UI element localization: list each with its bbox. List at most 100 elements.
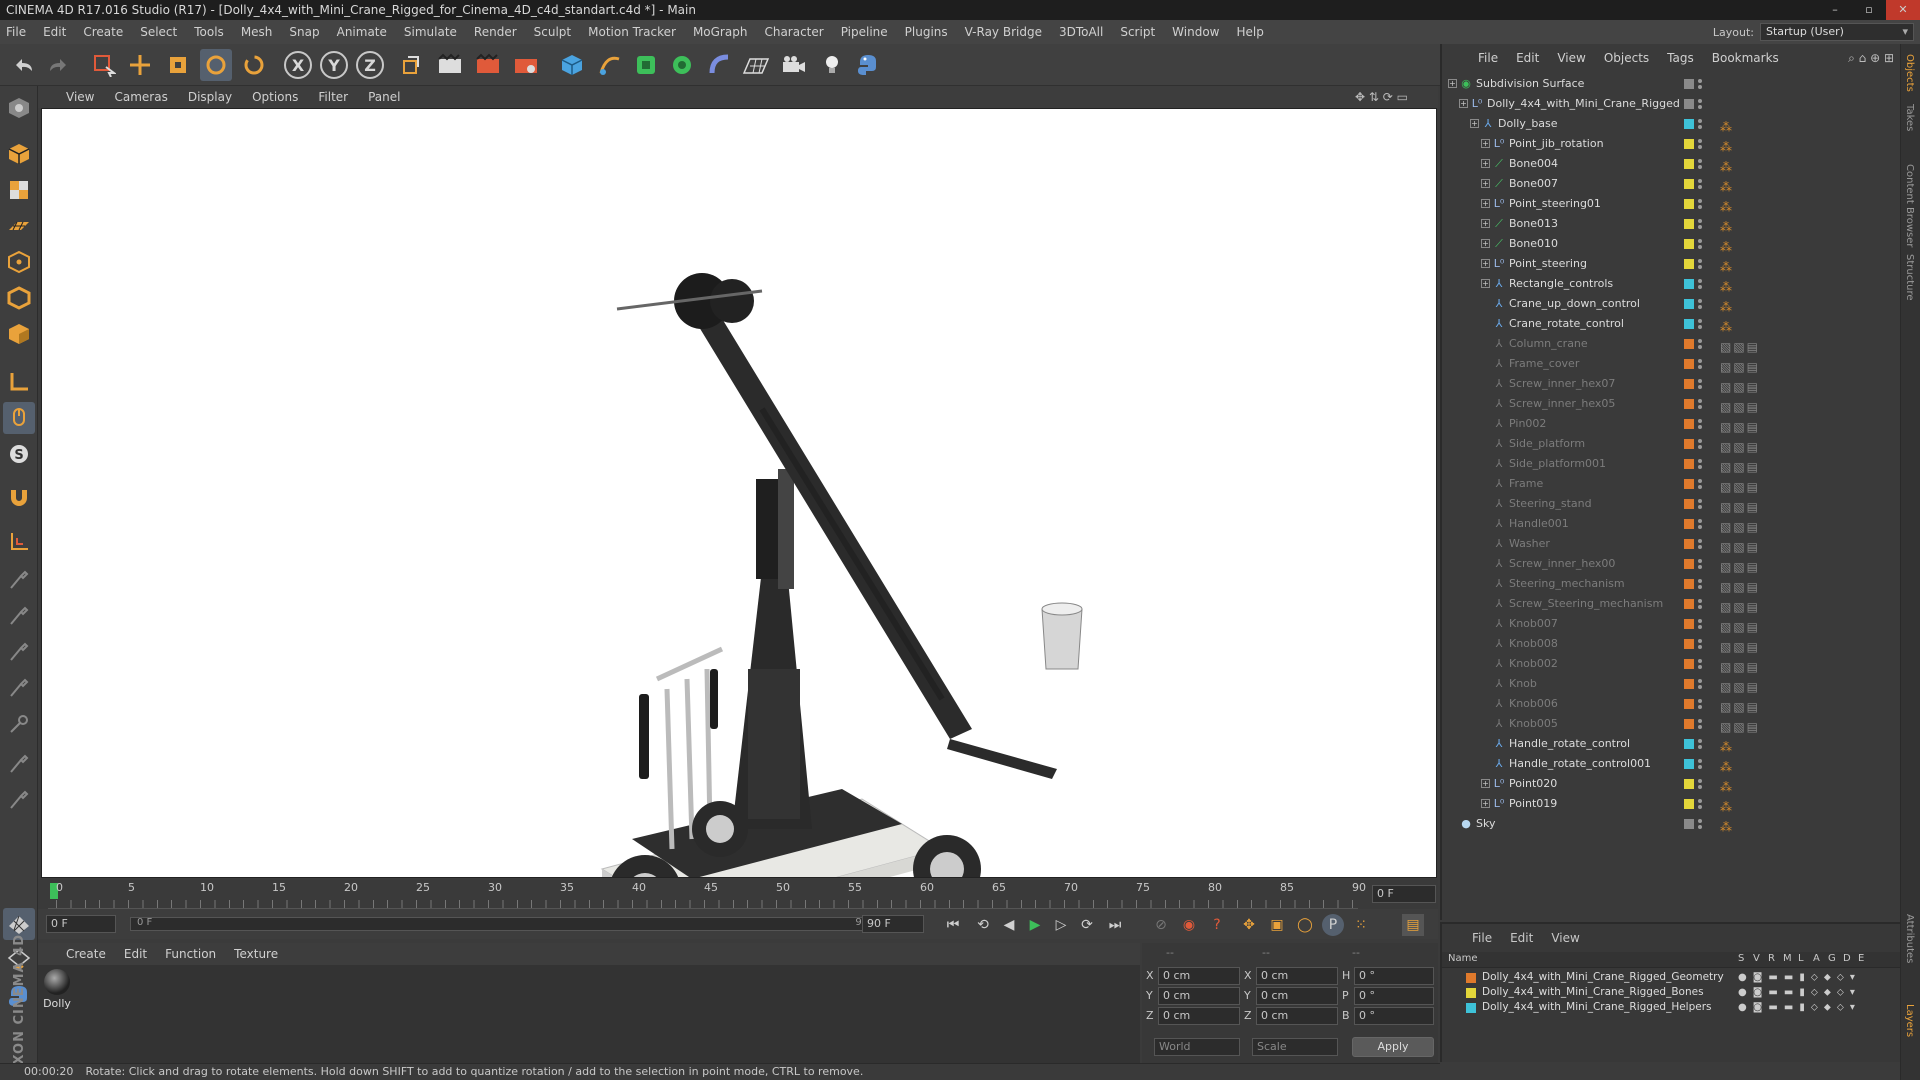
objects-menu-view[interactable]: View — [1557, 51, 1585, 65]
viewport-menu-cameras[interactable]: Cameras — [114, 90, 167, 104]
visibility-dots[interactable] — [1698, 218, 1702, 230]
side-tab-content-browser[interactable]: Content Browser — [1904, 164, 1915, 247]
object-row[interactable]: ⅄ Knob002 ▧▧▤ — [1442, 654, 1902, 674]
visibility-dots[interactable] — [1698, 338, 1702, 350]
layer-color-swatch[interactable] — [1684, 79, 1694, 89]
visibility-dots[interactable] — [1698, 638, 1702, 650]
expand-toggle[interactable]: + — [1481, 139, 1490, 148]
menu-window[interactable]: Window — [1172, 25, 1219, 39]
menu-animate[interactable]: Animate — [337, 25, 387, 39]
timeline-window-icon[interactable]: ▤ — [1402, 914, 1424, 936]
object-row[interactable]: ⅄ Handle_rotate_control ⁂ — [1442, 734, 1902, 754]
brush-tool-s-icon[interactable] — [3, 672, 35, 704]
layer-row[interactable]: Dolly_4x4_with_Mini_Crane_Rigged_Geometr… — [1442, 970, 1900, 985]
visibility-dots[interactable] — [1698, 318, 1702, 330]
size-mode-dropdown[interactable]: Scale — [1252, 1038, 1338, 1056]
key-position-icon[interactable]: ✥ — [1238, 914, 1260, 936]
menu-character[interactable]: Character — [764, 25, 823, 39]
object-row[interactable]: ⅄ Knob ▧▧▤ — [1442, 674, 1902, 694]
menu-tools[interactable]: Tools — [194, 25, 224, 39]
maximize-button[interactable]: ▫ — [1852, 0, 1886, 20]
object-row[interactable]: ⅄ Frame_cover ▧▧▤ — [1442, 354, 1902, 374]
material-swatch[interactable]: Dolly — [42, 969, 72, 1010]
objects-menu-objects[interactable]: Objects — [1604, 51, 1649, 65]
size-x-field[interactable]: 0 cm — [1256, 967, 1338, 985]
cube-object-icon[interactable] — [556, 49, 588, 81]
objects-menu-tags[interactable]: Tags — [1667, 51, 1694, 65]
object-row[interactable]: ⅄ Knob005 ▧▧▤ — [1442, 714, 1902, 734]
material-menu-function[interactable]: Function — [165, 947, 216, 961]
viewport-menu-filter[interactable]: Filter — [318, 90, 348, 104]
layer-color-swatch[interactable] — [1466, 1003, 1476, 1013]
layer-color-swatch[interactable] — [1684, 599, 1694, 609]
viewport-nav-icons[interactable]: ✥ ⇅ ⟳ ▭ — [1355, 90, 1408, 104]
object-row[interactable]: ⅄ Knob008 ▧▧▤ — [1442, 634, 1902, 654]
menu-render[interactable]: Render — [474, 25, 517, 39]
subdivision-surface-icon[interactable] — [630, 49, 662, 81]
layer-color-swatch[interactable] — [1684, 99, 1694, 109]
menu-plugins[interactable]: Plugins — [905, 25, 948, 39]
layer-column-a[interactable]: A — [1813, 953, 1820, 964]
deformer-icon[interactable] — [704, 49, 736, 81]
objects-menu-bookmarks[interactable]: Bookmarks — [1712, 51, 1779, 65]
snap-icon[interactable]: S — [3, 438, 35, 470]
menu-mograph[interactable]: MoGraph — [693, 25, 748, 39]
viewport-menu-view[interactable]: View — [66, 90, 94, 104]
brush-tool-gear-icon[interactable] — [3, 748, 35, 780]
object-row[interactable]: ⅄ Pin002 ▧▧▤ — [1442, 414, 1902, 434]
expand-toggle[interactable]: + — [1481, 779, 1490, 788]
menu-help[interactable]: Help — [1236, 25, 1263, 39]
size-y-field[interactable]: 0 cm — [1256, 987, 1338, 1005]
visibility-dots[interactable] — [1698, 518, 1702, 530]
layers-menu-edit[interactable]: Edit — [1510, 931, 1533, 945]
brush-tool-o-icon[interactable] — [3, 708, 35, 740]
viewport-menu-options[interactable]: Options — [252, 90, 298, 104]
visibility-dots[interactable] — [1698, 458, 1702, 470]
live-selection-icon[interactable] — [88, 49, 120, 81]
layer-color-swatch[interactable] — [1684, 679, 1694, 689]
object-row[interactable]: ⅄ Washer ▧▧▤ — [1442, 534, 1902, 554]
layer-color-swatch[interactable] — [1684, 779, 1694, 789]
layer-row[interactable]: Dolly_4x4_with_Mini_Crane_Rigged_Helpers… — [1442, 1000, 1900, 1015]
key-rotation-icon[interactable]: ◯ — [1294, 914, 1316, 936]
object-row[interactable]: + ⟋ Bone004 ⁂ — [1442, 154, 1902, 174]
undo-icon[interactable] — [8, 49, 40, 81]
visibility-dots[interactable] — [1698, 98, 1702, 110]
layer-color-swatch[interactable] — [1684, 559, 1694, 569]
layer-color-swatch[interactable] — [1684, 319, 1694, 329]
layer-color-swatch[interactable] — [1684, 419, 1694, 429]
brush-tool-h-icon[interactable] — [3, 784, 35, 816]
visibility-dots[interactable] — [1698, 778, 1702, 790]
layer-color-swatch[interactable] — [1684, 139, 1694, 149]
material-menu-edit[interactable]: Edit — [124, 947, 147, 961]
layer-color-swatch[interactable] — [1684, 659, 1694, 669]
current-frame-field[interactable]: 0 F — [1372, 885, 1436, 903]
object-row[interactable]: + L⁰ Point019 ⁂ — [1442, 794, 1902, 814]
brush-tool-icon[interactable] — [3, 564, 35, 596]
object-row[interactable]: + L⁰ Point020 ⁂ — [1442, 774, 1902, 794]
key-parameter-icon[interactable]: P — [1322, 914, 1344, 936]
object-row[interactable]: ⅄ Side_platform001 ▧▧▤ — [1442, 454, 1902, 474]
menu-simulate[interactable]: Simulate — [404, 25, 457, 39]
brush-tool-r-icon[interactable] — [3, 636, 35, 668]
layer-color-swatch[interactable] — [1684, 719, 1694, 729]
layer-color-swatch[interactable] — [1684, 279, 1694, 289]
texture-mode-icon[interactable] — [3, 174, 35, 206]
layer-color-swatch[interactable] — [1684, 119, 1694, 129]
object-row[interactable]: + ⅄ Dolly_base ⁂ — [1442, 114, 1902, 134]
expand-toggle[interactable]: + — [1481, 279, 1490, 288]
visibility-dots[interactable] — [1698, 158, 1702, 170]
layer-color-swatch[interactable] — [1684, 639, 1694, 649]
layer-toggle-icons[interactable]: ●◙▬▬▮⬦⬥⬦▾ — [1738, 970, 1861, 985]
expand-toggle[interactable]: + — [1481, 219, 1490, 228]
keyframe-selection-icon[interactable]: ? — [1206, 914, 1228, 936]
go-to-start-icon[interactable]: ⏮ — [942, 914, 964, 936]
object-row[interactable]: ⅄ Screw_inner_hex05 ▧▧▤ — [1442, 394, 1902, 414]
visibility-dots[interactable] — [1698, 618, 1702, 630]
expand-toggle[interactable]: + — [1459, 99, 1468, 108]
object-row[interactable]: ⅄ Steering_stand ▧▧▤ — [1442, 494, 1902, 514]
visibility-dots[interactable] — [1698, 178, 1702, 190]
size-z-field[interactable]: 0 cm — [1256, 1007, 1338, 1025]
tag-icons[interactable]: ⁂ — [1720, 817, 1734, 837]
render-view-icon[interactable] — [434, 49, 466, 81]
